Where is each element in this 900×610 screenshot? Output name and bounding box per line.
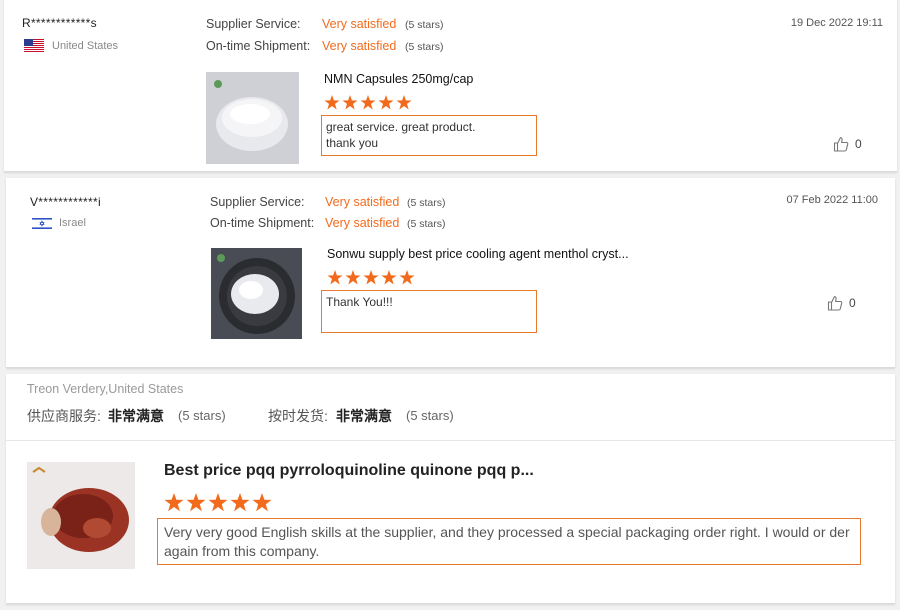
product-title-link[interactable]: NMN Capsules 250mg/cap (324, 72, 473, 86)
supplier-service-stars: (5 stars) (178, 408, 226, 423)
rating-stars (327, 270, 415, 285)
product-thumbnail[interactable] (211, 248, 302, 339)
star-icon (399, 270, 415, 285)
product-title-link[interactable]: Sonwu supply best price cooling agent me… (327, 247, 629, 261)
review-date: 07 Feb 2022 11:00 (786, 194, 878, 206)
supplier-service-stars: (5 stars) (405, 19, 444, 31)
star-icon (396, 95, 412, 110)
like-count: 0 (849, 296, 856, 310)
like-button[interactable]: 0 (833, 136, 862, 152)
us-flag-icon (24, 39, 44, 52)
product-title-link[interactable]: Best price pqq pyrroloquinoline quinone … (164, 462, 534, 480)
star-icon (342, 95, 358, 110)
supplier-service-value: 非常满意 (108, 408, 164, 424)
star-icon (363, 270, 379, 285)
star-icon (327, 270, 343, 285)
shipment-value: Very satisfied (325, 216, 400, 230)
supplier-service-label: Supplier Service: (206, 17, 301, 31)
star-icon (381, 270, 397, 285)
reviewer-country: Israel (59, 217, 86, 229)
review-comment: Very very good English skills at the sup… (157, 518, 861, 565)
thumbs-up-icon (833, 136, 849, 152)
review-card: Treon Verdery,United States 供应商服务: 非常满意 … (6, 374, 895, 604)
review-comment: Thank You!!! (321, 290, 537, 333)
shipment-label: On-time Shipment: (206, 39, 311, 53)
reviewer-name: Treon Verdery,United States (27, 382, 184, 396)
divider (6, 440, 895, 441)
reviewer-country: United States (52, 40, 119, 52)
product-thumbnail[interactable] (206, 72, 299, 164)
star-icon (324, 95, 340, 110)
like-count: 0 (855, 137, 862, 151)
review-card: V************i Israel Supplier Service: … (6, 178, 895, 368)
star-icon (345, 270, 361, 285)
rating-stars (324, 95, 412, 110)
shipment-label: 按时发货: (268, 408, 328, 424)
supplier-service-label: Supplier Service: (210, 195, 305, 209)
reviewer-name: V************i (30, 195, 101, 209)
shipment-stars: (5 stars) (407, 218, 446, 230)
supplier-service-value: Very satisfied (325, 195, 400, 209)
star-icon (230, 493, 250, 512)
rating-stars (164, 493, 272, 512)
israel-flag-icon (32, 217, 52, 230)
reviewer-name: R************s (22, 16, 97, 30)
supplier-service-label: 供应商服务: (27, 408, 101, 424)
review-date: 19 Dec 2022 19:11 (790, 17, 883, 29)
supplier-service-value: Very satisfied (322, 17, 397, 31)
star-icon (186, 493, 206, 512)
star-icon (208, 493, 228, 512)
shipment-label: On-time Shipment: (210, 216, 315, 230)
supplier-service-stars: (5 stars) (407, 197, 446, 209)
shipment-stars: (5 stars) (406, 408, 454, 423)
star-icon (164, 493, 184, 512)
review-comment: great service. great product. thank you (321, 115, 537, 156)
shipment-value: Very satisfied (322, 39, 397, 53)
shipment-stars: (5 stars) (405, 41, 444, 53)
star-icon (252, 493, 272, 512)
thumbs-up-icon (827, 295, 843, 311)
star-icon (360, 95, 376, 110)
review-card: R************s United States Supplier Se… (4, 0, 897, 172)
like-button[interactable]: 0 (827, 295, 856, 311)
shipment-value: 非常满意 (336, 408, 392, 424)
product-thumbnail[interactable] (27, 462, 135, 569)
star-icon (378, 95, 394, 110)
